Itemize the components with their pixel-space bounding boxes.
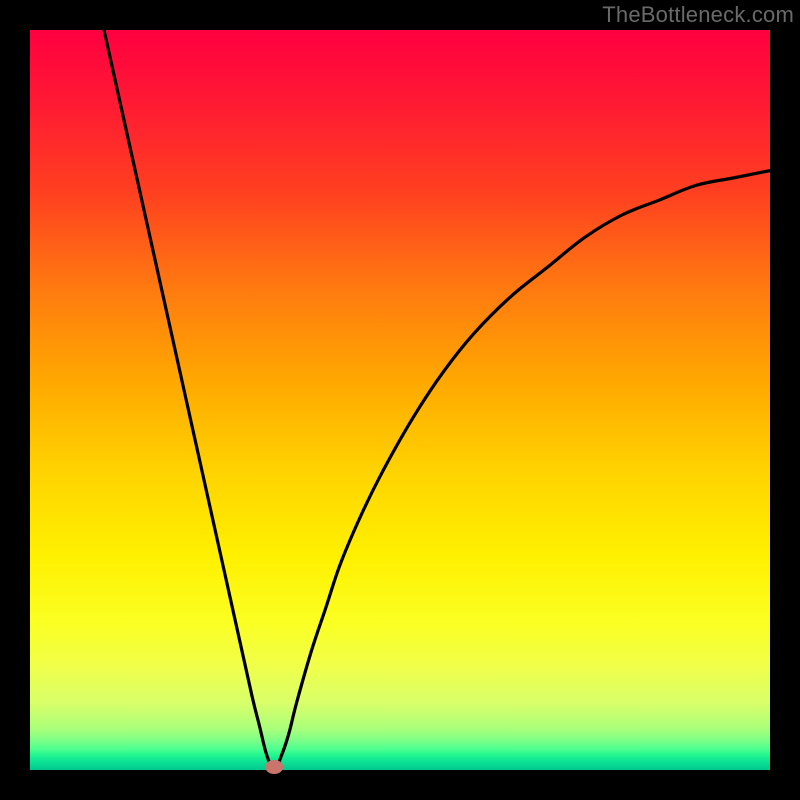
plot-area xyxy=(30,30,770,770)
curve-layer xyxy=(30,30,770,770)
bottleneck-curve xyxy=(104,30,770,770)
chart-frame: TheBottleneck.com xyxy=(0,0,800,800)
min-point-marker xyxy=(265,760,283,774)
watermark-text: TheBottleneck.com xyxy=(602,2,794,28)
